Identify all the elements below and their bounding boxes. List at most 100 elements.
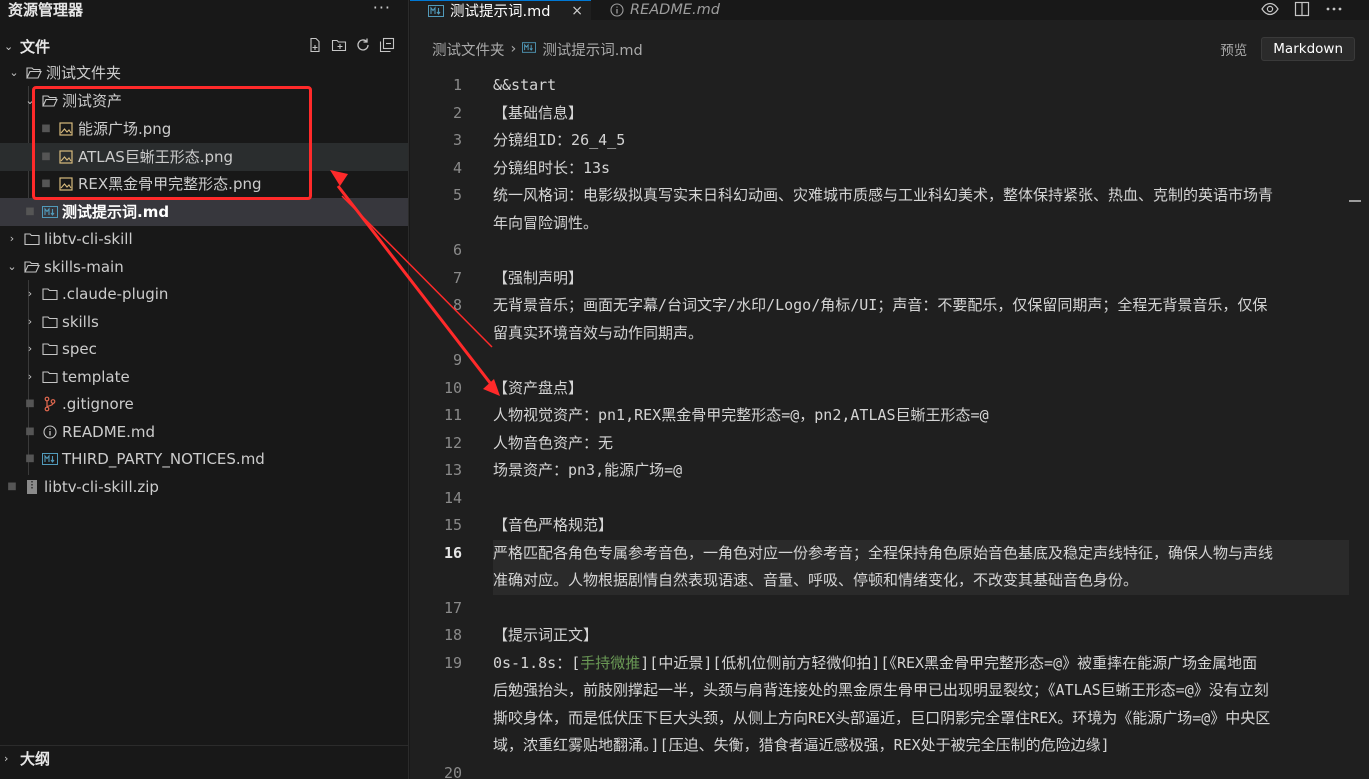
tab-test-prompt[interactable]: 测试提示词.md × xyxy=(410,0,591,20)
chevron-down-icon: ⌄ xyxy=(9,66,19,80)
editor-area: 测试提示词.md × README.md 测试文件夹 › 测试提示词.md 预览… xyxy=(410,0,1369,779)
outline-section-header[interactable]: › 大纲 xyxy=(0,745,409,771)
code-line[interactable]: 【音色严格规范】 xyxy=(493,512,1333,540)
tree-file-libtv-zip[interactable]: ■ libtv-cli-skill.zip xyxy=(0,473,408,501)
annotation-highlight-box xyxy=(32,86,312,200)
code-line[interactable]: 分镜组ID：26_4_5 xyxy=(493,127,1333,155)
code-line[interactable]: 留真实环境音效与动作同期声。 xyxy=(493,320,1333,348)
line-number: 13 xyxy=(443,461,462,479)
code-text: ][中近景][低机位侧前方轻微仰拍][《REX黑金骨甲完整形态=@》被重摔在能源… xyxy=(640,653,1258,672)
breadcrumb: 测试文件夹 › 测试提示词.md xyxy=(432,38,643,60)
code-line[interactable]: 【基础信息】 xyxy=(493,100,1333,128)
code-line[interactable]: 【提示词正文】 xyxy=(493,622,1333,650)
bullet-icon: ■ xyxy=(25,426,35,438)
explorer-title-bar: 资源管理器 ··· xyxy=(0,0,409,20)
info-icon xyxy=(42,424,58,440)
markdown-button[interactable]: Markdown xyxy=(1261,37,1355,61)
more-actions-icon[interactable] xyxy=(1325,0,1343,18)
code-line[interactable]: 分镜组时长：13s xyxy=(493,155,1333,183)
close-tab-icon[interactable]: × xyxy=(571,3,583,19)
more-actions-icon[interactable]: ··· xyxy=(373,0,391,17)
bullet-icon: ■ xyxy=(7,481,17,493)
tree-file-test-prompt[interactable]: ■ 测试提示词.md xyxy=(0,198,408,226)
preview-button[interactable]: 预览 xyxy=(1218,36,1249,62)
chevron-right-icon: › xyxy=(27,315,33,329)
info-icon xyxy=(610,3,624,17)
tree-item-label: 测试文件夹 xyxy=(46,64,122,83)
open-preview-icon[interactable] xyxy=(1261,0,1279,18)
line-number: 7 xyxy=(452,268,462,287)
chevron-right-icon: › xyxy=(27,342,33,356)
code-line[interactable]: 后勉强抬头，前肢刚撑起一半，头颈与肩背连接处的黑金原生骨甲已出现明显裂纹；《AT… xyxy=(493,677,1333,705)
code-line[interactable]: 【强制声明】 xyxy=(493,265,1333,293)
code-line[interactable]: 年向冒险调性。 xyxy=(493,210,1333,238)
refresh-icon[interactable] xyxy=(355,37,371,53)
line-number: 10 xyxy=(443,378,462,397)
code-line[interactable]: 严格匹配各角色专属参考音色，一角色对应一份参考音；全程保持角色原始音色基底及稳定… xyxy=(493,540,1333,568)
bullet-icon: ■ xyxy=(25,453,35,465)
code-line[interactable]: 无背景音乐；画面无字幕/台词文字/水印/Logo/角标/UI；声音：不要配乐，仅… xyxy=(493,292,1333,320)
tree-folder-libtv-cli-skill[interactable]: › libtv-cli-skill xyxy=(0,225,408,253)
markdown-file-icon xyxy=(428,4,444,17)
tree-file-third-party-notices[interactable]: ■ THIRD_PARTY_NOTICES.md xyxy=(0,445,408,473)
folder-open-icon xyxy=(26,65,42,81)
breadcrumb-file[interactable]: 测试提示词.md xyxy=(542,39,642,60)
split-editor-icon[interactable] xyxy=(1293,0,1311,18)
files-section-header[interactable]: ⌄ 文件 xyxy=(0,33,409,59)
tree-folder-template[interactable]: › template xyxy=(0,363,408,391)
line-number: 2 xyxy=(452,103,462,122)
line-number: 8 xyxy=(452,296,462,314)
tree-folder-claude-plugin[interactable]: › .claude-plugin xyxy=(0,280,408,308)
new-file-icon[interactable] xyxy=(307,37,323,53)
collapse-all-icon[interactable] xyxy=(379,37,395,53)
markdown-file-icon xyxy=(42,204,58,220)
tree-item-label: skills xyxy=(62,312,99,331)
folder-icon xyxy=(42,369,58,385)
code-line[interactable]: 撕咬身体，而是低伏压下巨大头颈，从侧上方向REX头部逼近，巨口阴影完全罩住REX… xyxy=(493,705,1333,733)
git-icon xyxy=(42,396,58,412)
line-number: 15 xyxy=(443,516,462,534)
tab-label: 测试提示词.md xyxy=(450,4,551,20)
line-number: 5 xyxy=(452,186,462,204)
tree-folder-skills-main[interactable]: ⌄ skills-main xyxy=(0,253,408,281)
line-number: 4 xyxy=(452,158,462,177)
markdown-file-icon xyxy=(522,41,537,57)
tree-folder-skills[interactable]: › skills xyxy=(0,308,408,336)
chevron-right-icon: › xyxy=(9,232,15,246)
code-line[interactable]: 【资产盘点】 xyxy=(493,375,1333,403)
chevron-right-icon: › xyxy=(27,370,33,384)
code-line[interactable]: &&start xyxy=(493,72,1333,100)
line-number: 14 xyxy=(443,488,462,507)
folder-icon xyxy=(24,231,40,247)
code-line[interactable]: 域，浓重红雾贴地翻涌。][压迫、失衡，猎食者逼近感极强，REX处于被完全压制的危… xyxy=(493,732,1333,760)
tree-file-gitignore[interactable]: ■ .gitignore xyxy=(0,390,408,418)
tree-item-label: template xyxy=(62,367,130,386)
tree-folder-spec[interactable]: › spec xyxy=(0,335,408,363)
line-number: 19 xyxy=(443,653,462,672)
tree-item-label: THIRD_PARTY_NOTICES.md xyxy=(62,449,265,468)
code-line[interactable]: 统一风格词：电影级拟真写实末日科幻动画、灾难城市质感与工业科幻美术，整体保持紧张… xyxy=(493,182,1333,210)
tree-item-label: .gitignore xyxy=(62,394,134,413)
tree-folder-test-folder[interactable]: ⌄ 测试文件夹 xyxy=(0,59,408,87)
tab-readme[interactable]: README.md xyxy=(592,0,752,20)
tree-file-readme[interactable]: ■ README.md xyxy=(0,418,408,446)
code-line[interactable]: 0s-1.8s：[手持微推][中近景][低机位侧前方轻微仰拍][《REX黑金骨甲… xyxy=(493,650,1333,678)
breadcrumb-folder[interactable]: 测试文件夹 xyxy=(432,39,505,60)
folder-icon xyxy=(42,314,58,330)
code-line[interactable]: 人物音色资产：无 xyxy=(493,430,1333,458)
code-line[interactable]: 人物视觉资产：pn1,REX黑金骨甲完整形态=@，pn2,ATLAS巨蜥王形态=… xyxy=(493,402,1333,430)
line-number: 12 xyxy=(443,433,462,452)
line-number: 20 xyxy=(443,763,462,779)
tab-label: README.md xyxy=(630,2,720,18)
code-text-highlight: 手持微推 xyxy=(580,653,641,672)
tree-item-label: libtv-cli-skill xyxy=(44,229,133,248)
new-folder-icon[interactable] xyxy=(331,37,347,53)
code-line[interactable]: 准确对应。人物根据剧情自然表现语速、音量、呼吸、停顿和情绪变化，不改变其基础音色… xyxy=(493,567,1333,595)
chevron-down-icon: ⌄ xyxy=(4,39,14,53)
tree-item-label: skills-main xyxy=(44,257,124,276)
breadcrumb-separator: › xyxy=(510,41,517,57)
tree-item-label: .claude-plugin xyxy=(62,284,169,303)
code-line[interactable]: 场景资产：pn3,能源广场=@ xyxy=(493,457,1333,485)
chevron-down-icon: ⌄ xyxy=(7,260,17,274)
tab-bar: 测试提示词.md × README.md xyxy=(410,0,1369,20)
